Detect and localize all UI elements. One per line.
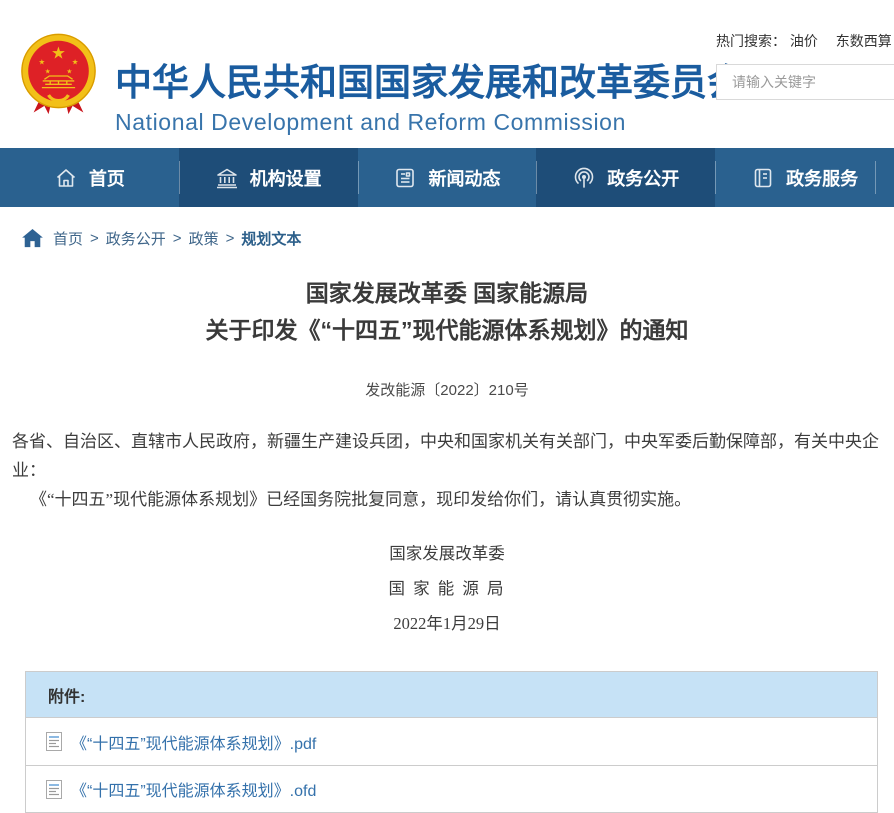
svg-text:★: ★ [66, 68, 72, 76]
svg-text:★: ★ [45, 68, 51, 76]
signature-date: 2022年1月29日 [0, 606, 894, 641]
attachment-link-ofd[interactable]: 《“十四五”现代能源体系规划》.ofd [71, 777, 316, 801]
home-icon [54, 166, 78, 190]
nav-item-home[interactable]: 首页 [0, 148, 179, 207]
nav-label: 政务服务 [786, 165, 858, 191]
breadcrumb-separator: > [173, 230, 182, 247]
breadcrumb-current-page: 规划文本 [241, 228, 301, 249]
document-signatures: 国家发展改革委 国 家 能 源 局 2022年1月29日 [0, 536, 894, 641]
site-title-english: National Development and Reform Commissi… [115, 109, 744, 136]
attachments-header: 附件: [26, 672, 877, 718]
site-header: ★ ★ ★ ★ ★ 中华人民共和国国家发展和改革委员会 National Dev… [0, 0, 894, 148]
nav-label: 新闻动态 [428, 165, 500, 191]
main-nav: 首页 机构设置 新闻动态 政务公开 [0, 148, 894, 207]
nav-item-gov-services[interactable]: 政务服务 [715, 148, 894, 207]
hot-search: 热门搜索： 油价 东数西算 [716, 31, 894, 51]
file-icon [46, 780, 62, 799]
broadcast-icon [572, 166, 596, 190]
hot-search-link-east-data[interactable]: 东数西算 [836, 33, 892, 49]
site-brand: 中华人民共和国国家发展和改革委员会 National Development a… [115, 52, 744, 136]
document-paragraph-notice: 《“十四五”现代能源体系规划》已经国务院批复同意，现印发给你们，请认真贯彻实施。 [12, 485, 888, 514]
file-icon [46, 732, 62, 751]
nav-label: 机构设置 [250, 165, 322, 191]
services-icon [751, 166, 775, 190]
nav-item-institutions[interactable]: 机构设置 [179, 148, 358, 207]
attachments-label: 附件: [48, 683, 85, 707]
news-icon [393, 166, 417, 190]
svg-text:★: ★ [72, 57, 79, 66]
document-body: 各省、自治区、直辖市人民政府，新疆生产建设兵团，中央和国家机关有关部门，中央军委… [12, 427, 888, 514]
document-content: 国家发展改革委 国家能源局 关于印发《“十四五”现代能源体系规划》的通知 发改能… [0, 275, 894, 641]
site-title-chinese: 中华人民共和国国家发展和改革委员会 [115, 52, 744, 106]
breadcrumb-separator: > [226, 230, 235, 247]
svg-text:★: ★ [39, 57, 46, 66]
nav-label: 政务公开 [607, 165, 679, 191]
document-paragraph-recipients: 各省、自治区、直辖市人民政府，新疆生产建设兵团，中央和国家机关有关部门，中央军委… [12, 427, 888, 485]
institution-icon [215, 166, 239, 190]
document-title-line2: 关于印发《“十四五”现代能源体系规划》的通知 [0, 312, 894, 349]
attachment-row-pdf: 《“十四五”现代能源体系规划》.pdf [26, 718, 877, 765]
attachment-row-ofd: 《“十四五”现代能源体系规划》.ofd [26, 765, 877, 812]
nav-item-news[interactable]: 新闻动态 [358, 148, 537, 207]
document-title: 国家发展改革委 国家能源局 关于印发《“十四五”现代能源体系规划》的通知 [0, 275, 894, 349]
breadcrumb-policy[interactable]: 政策 [189, 228, 219, 249]
hot-search-link-oil-price[interactable]: 油价 [790, 33, 818, 49]
signature-nea: 国 家 能 源 局 [0, 571, 894, 606]
attachment-link-pdf[interactable]: 《“十四五”现代能源体系规划》.pdf [71, 730, 316, 754]
document-number: 发改能源〔2022〕210号 [0, 379, 894, 400]
breadcrumb-gov-affairs[interactable]: 政务公开 [106, 228, 166, 249]
search-box [716, 64, 894, 100]
breadcrumb-home[interactable]: 首页 [53, 228, 83, 249]
breadcrumb-home-icon[interactable] [22, 229, 43, 248]
nav-label: 首页 [89, 165, 125, 191]
document-title-line1: 国家发展改革委 国家能源局 [0, 275, 894, 312]
attachments-panel: 附件: 《“十四五”现代能源体系规划》.pdf 《“十四五”现代能源体系规划》.… [25, 671, 878, 813]
nav-item-gov-affairs[interactable]: 政务公开 [536, 148, 715, 207]
national-emblem-logo: ★ ★ ★ ★ ★ [17, 32, 100, 115]
header-search-area: 热门搜索： 油价 东数西算 [716, 31, 894, 100]
signature-ndrc: 国家发展改革委 [0, 536, 894, 571]
breadcrumb-separator: > [90, 230, 99, 247]
search-input[interactable] [717, 65, 894, 99]
svg-text:★: ★ [51, 44, 66, 63]
hot-search-label: 热门搜索： [716, 33, 786, 49]
breadcrumb: 首页 > 政务公开 > 政策 > 规划文本 [0, 207, 894, 249]
